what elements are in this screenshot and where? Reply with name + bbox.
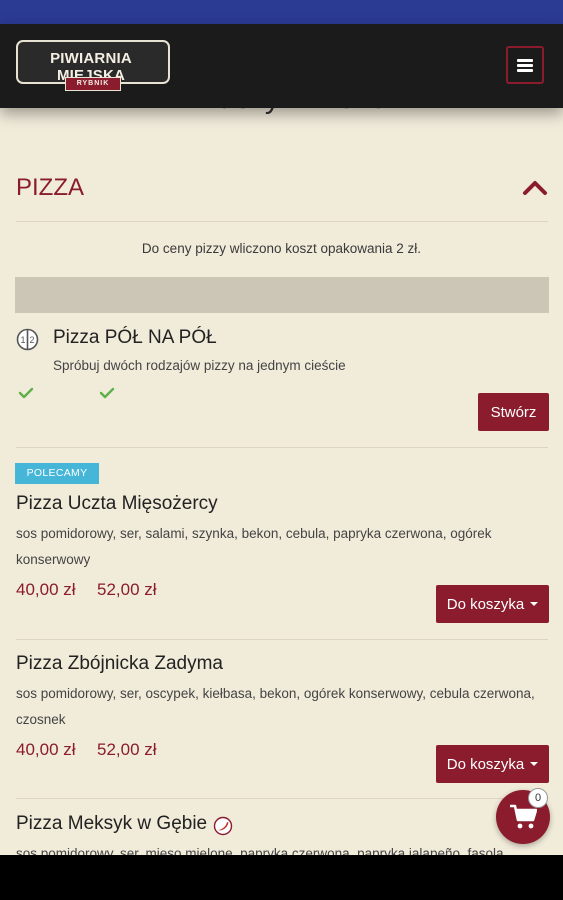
item-price-large: 52,00 zł (97, 740, 157, 759)
item-name: Pizza Uczta Mięsożercy (16, 493, 218, 514)
chevron-up-icon[interactable] (522, 178, 548, 196)
divider (16, 798, 548, 799)
hamburger-icon (517, 58, 533, 72)
logo-ribbon: RYBNIK (65, 77, 121, 91)
section-title-pizza[interactable]: PIZZA (16, 174, 84, 202)
item-name: Pizza Zbójnicka Zadyma (16, 653, 223, 674)
caret-down-icon (530, 762, 539, 766)
half-pizza-description: Spróbuj dwóch rodzajów pizzy na jednym c… (53, 358, 346, 373)
create-half-pizza-button[interactable]: Stwórz (478, 393, 549, 431)
item-name: Pizza Meksyk w Gębie (16, 813, 208, 834)
menu-toggle-button[interactable] (506, 46, 544, 84)
add-to-cart-label: Do koszyka (446, 755, 525, 773)
svg-text:2: 2 (29, 335, 34, 345)
add-to-cart-label: Do koszyka (446, 595, 525, 613)
logo[interactable]: PIWIARNIA MIEJSKA RYBNIK (16, 40, 170, 94)
item-ingredients: sos pomidorowy, ser, salami, szynka, bek… (16, 526, 492, 567)
item-ingredients: sos pomidorowy, ser, oscypek, kiełbasa, … (16, 686, 535, 727)
site-header: PIWIARNIA MIEJSKA RYBNIK (0, 24, 563, 108)
system-navigation-bar (0, 855, 563, 900)
caret-down-icon (530, 602, 539, 606)
half-and-half-icon: 1 2 (16, 328, 39, 351)
status-bar (0, 0, 563, 24)
section-banner (15, 277, 549, 313)
divider (16, 447, 548, 448)
section-note: Do ceny pizzy wliczono koszt opakowania … (141, 241, 422, 256)
recommended-badge: POLECAMY (15, 463, 99, 484)
divider (16, 221, 548, 222)
item-price-small: 40,00 zł (16, 580, 76, 599)
cart-icon (510, 804, 537, 829)
cart-count-badge: 0 (528, 788, 548, 808)
add-to-cart-button[interactable]: Do koszyka (436, 585, 549, 623)
check-icon (18, 387, 34, 399)
add-to-cart-button[interactable]: Do koszyka (436, 745, 549, 783)
chili-icon (213, 816, 233, 836)
half-pizza-title: Pizza PÓŁ NA PÓŁ (53, 327, 217, 348)
item-price-large: 52,00 zł (97, 580, 157, 599)
divider (16, 639, 548, 640)
svg-text:1: 1 (20, 335, 25, 345)
check-icon (99, 387, 115, 399)
item-price-small: 40,00 zł (16, 740, 76, 759)
